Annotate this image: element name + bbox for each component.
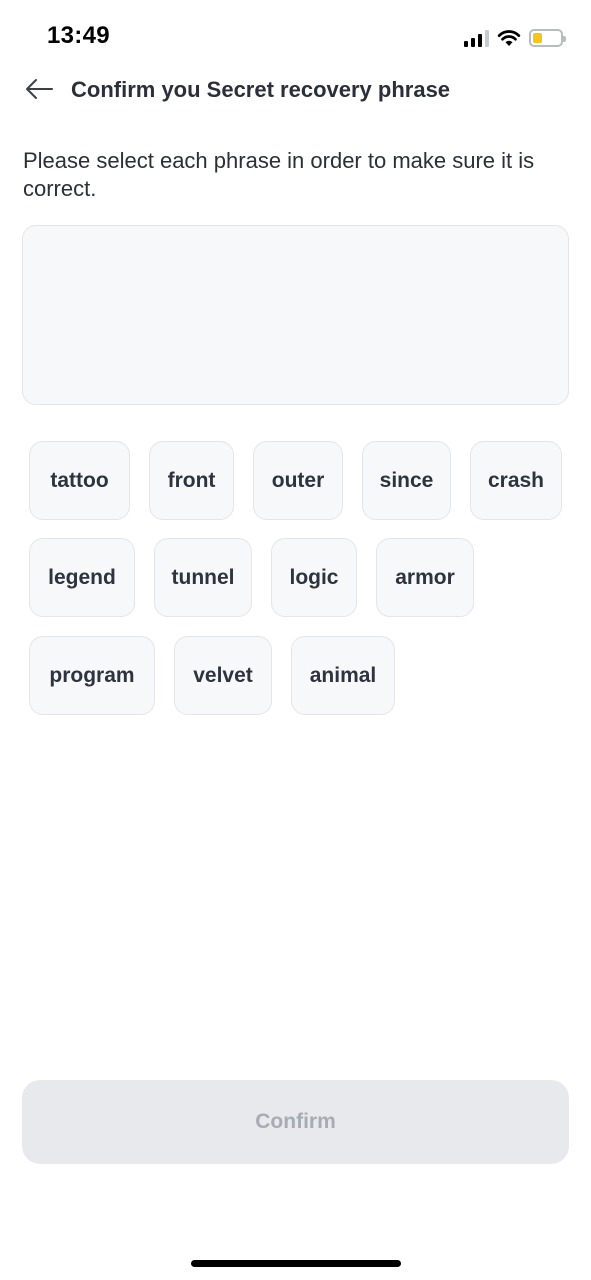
cellular-signal-icon [464, 29, 489, 47]
word-chip[interactable]: outer [253, 441, 343, 520]
word-chip[interactable]: program [29, 636, 155, 715]
word-chip[interactable]: legend [29, 538, 135, 617]
word-chip[interactable]: velvet [174, 636, 272, 715]
status-time: 13:49 [47, 22, 110, 49]
word-chip[interactable]: front [149, 441, 234, 520]
word-chip[interactable]: logic [271, 538, 357, 617]
battery-icon [529, 29, 566, 47]
confirm-button[interactable]: Confirm [22, 1080, 569, 1164]
arrow-left-icon [26, 79, 53, 99]
word-chip[interactable]: since [362, 441, 451, 520]
word-chip[interactable]: tunnel [154, 538, 252, 617]
word-chip[interactable]: armor [376, 538, 474, 617]
back-button[interactable] [22, 74, 56, 104]
word-chip[interactable]: crash [470, 441, 562, 520]
word-chip[interactable]: tattoo [29, 441, 130, 520]
page-title: Confirm you Secret recovery phrase [71, 77, 451, 102]
status-icons [464, 26, 566, 50]
instruction-text: Please select each phrase in order to ma… [23, 148, 535, 201]
status-bar: 13:49 [0, 0, 591, 70]
wifi-icon [497, 30, 521, 46]
selected-phrase-area[interactable] [22, 225, 569, 405]
word-chip[interactable]: animal [291, 636, 395, 715]
header: Confirm you Secret recovery phrase [0, 70, 591, 110]
home-indicator[interactable] [191, 1260, 401, 1267]
